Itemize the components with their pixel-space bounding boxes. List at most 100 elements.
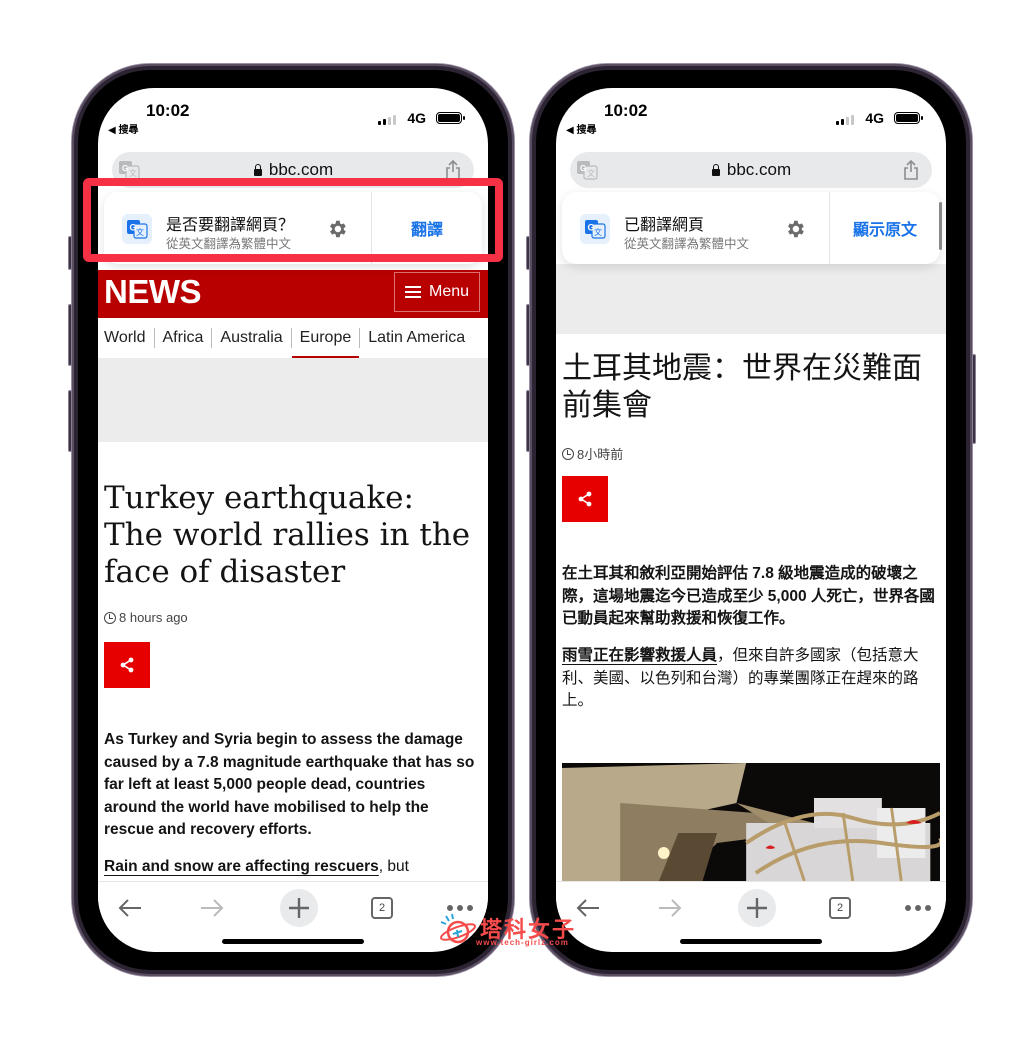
back-button[interactable] xyxy=(110,888,150,928)
more-dots-icon xyxy=(447,905,473,911)
google-translate-icon: G 文 xyxy=(580,214,610,244)
action-button xyxy=(526,236,530,270)
bottom-toolbar: 2 xyxy=(98,881,488,933)
home-indicator xyxy=(680,939,822,944)
url-domain: bbc.com xyxy=(726,160,792,179)
banner-title: 已翻譯網頁 xyxy=(624,217,705,234)
watermark: 塔科女子 www.tech-girlz.com xyxy=(438,912,588,948)
address-bar[interactable]: G 文 bbc.com xyxy=(112,152,474,188)
new-tab-button[interactable] xyxy=(280,889,318,927)
bbc-news-logo[interactable]: NEWS xyxy=(104,273,202,311)
tab-count: 2 xyxy=(371,897,393,919)
lock-icon xyxy=(711,164,721,176)
aid-cargo-image xyxy=(562,763,940,881)
signal-icon xyxy=(836,115,854,125)
translate-banner: G 文 已翻譯網頁 從英文翻譯為繁體中文 顯示原文 xyxy=(562,192,942,264)
nav-item-australia[interactable]: Australia xyxy=(212,328,292,348)
network-label: 4G xyxy=(407,110,426,126)
arrow-right-icon xyxy=(201,899,224,917)
arrow-left-icon xyxy=(118,899,141,917)
volume-down-button xyxy=(68,390,72,452)
nav-item-europe[interactable]: Europe xyxy=(291,328,361,360)
menu-label: Menu xyxy=(428,283,470,300)
signal-icon xyxy=(378,115,396,125)
nav-item-latin-america[interactable]: Latin America xyxy=(360,328,473,348)
translate-icon[interactable]: G 文 xyxy=(576,159,598,181)
back-to-app-link[interactable]: ◀ 搜尋 xyxy=(566,121,596,136)
rescuers-link[interactable]: Rain and snow are affecting rescuers xyxy=(104,858,379,875)
share-button[interactable] xyxy=(104,642,150,688)
battery-icon xyxy=(894,112,923,124)
status-bar: 10:02 ◀ 搜尋 4G xyxy=(556,88,946,140)
share-icon[interactable] xyxy=(444,159,462,181)
clock-icon xyxy=(104,611,116,624)
watermark-url: www.tech-girlz.com xyxy=(476,938,569,947)
rescuers-link[interactable]: 雨雪正在影響救援人員 xyxy=(562,647,717,664)
url-display[interactable]: bbc.com xyxy=(253,160,333,180)
paragraph-rest: , but xyxy=(378,858,409,875)
hamburger-icon xyxy=(404,285,421,299)
banner-title: 是否要翻譯網頁？ xyxy=(166,217,295,234)
volume-down-button xyxy=(526,390,530,452)
share-nodes-icon xyxy=(120,657,134,673)
home-indicator xyxy=(222,939,364,944)
plus-icon xyxy=(747,898,767,918)
google-translate-icon: G 文 xyxy=(122,214,152,244)
forward-button[interactable] xyxy=(192,888,232,928)
translate-banner: G 文 是否要翻譯網頁？ 從英文翻譯為繁體中文 翻譯 xyxy=(104,192,482,264)
address-bar[interactable]: G 文 bbc.com xyxy=(570,152,932,188)
article-timestamp: 8小時前 xyxy=(562,444,623,463)
new-tab-button[interactable] xyxy=(738,889,776,927)
more-options-button[interactable] xyxy=(898,888,938,928)
power-button xyxy=(972,354,976,444)
forward-button[interactable] xyxy=(650,888,690,928)
article-lead: As Turkey and Syria begin to assess the … xyxy=(104,731,475,839)
article-headline: Turkey earthquake: The world rallies in … xyxy=(104,480,471,590)
status-time: 10:02 xyxy=(146,101,190,120)
nav-item-africa[interactable]: Africa xyxy=(155,328,213,348)
show-original-button[interactable]: 顯示原文 xyxy=(830,192,940,264)
screen-left: 10:02 ◀ 搜尋 4G G 文 bbc.com NEWS Menu Worl… xyxy=(98,88,488,952)
volume-up-button xyxy=(526,304,530,366)
section-nav: World Africa Australia Europe Latin Amer… xyxy=(98,318,488,360)
url-display[interactable]: bbc.com xyxy=(711,160,791,180)
article-photo xyxy=(562,763,940,881)
tab-switcher-button[interactable]: 2 xyxy=(820,888,860,928)
ad-placeholder xyxy=(98,358,488,442)
article-headline: 土耳其地震：世界在災難面前集會 xyxy=(562,351,922,423)
screen-right: 10:02 ◀ 搜尋 4G G 文 bbc.com 土耳其地震：世界在災難面前集… xyxy=(556,88,946,952)
volume-up-button xyxy=(68,304,72,366)
article-paragraph: 雨雪正在影響救援人員，但來自許多國家（包括意大利、美國、以色列和台灣）的專業團隊… xyxy=(562,645,938,713)
back-to-app-link[interactable]: ◀ 搜尋 xyxy=(108,121,138,136)
share-icon[interactable] xyxy=(902,159,920,181)
clock-icon xyxy=(562,447,574,460)
status-bar: 10:02 ◀ 搜尋 4G xyxy=(98,88,488,140)
more-dots-icon xyxy=(905,905,931,911)
banner-subtitle: 從英文翻譯為繁體中文 xyxy=(166,237,292,251)
planet-logo-icon xyxy=(439,913,477,944)
timestamp-text: 8 hours ago xyxy=(119,610,188,625)
arrow-right-icon xyxy=(659,899,682,917)
nav-item-world[interactable]: World xyxy=(104,328,155,348)
svg-text:G: G xyxy=(122,164,128,173)
translate-icon[interactable]: G 文 xyxy=(118,159,140,181)
gear-icon[interactable] xyxy=(326,218,348,240)
bbc-header: NEWS Menu xyxy=(98,270,488,318)
tab-switcher-button[interactable]: 2 xyxy=(362,888,402,928)
bottom-toolbar: 2 xyxy=(556,881,946,933)
article-timestamp: 8 hours ago xyxy=(104,610,188,625)
translate-button[interactable]: 翻譯 xyxy=(372,192,482,264)
article-paragraph: Rain and snow are affecting rescuers, bu… xyxy=(104,858,480,876)
article-lead: 在土耳其和敘利亞開始評估 7.8 級地震造成的破壞之際，這場地震迄今已造成至少 … xyxy=(562,565,935,628)
phone-frame-left: 10:02 ◀ 搜尋 4G G 文 bbc.com NEWS Menu Worl… xyxy=(68,64,514,976)
svg-text:文: 文 xyxy=(587,168,595,178)
gear-icon[interactable] xyxy=(784,218,806,240)
network-label: 4G xyxy=(865,110,884,126)
bezel: 10:02 ◀ 搜尋 4G G 文 bbc.com xyxy=(536,70,966,970)
share-button[interactable] xyxy=(562,476,608,522)
menu-button[interactable]: Menu xyxy=(394,272,480,312)
ad-placeholder xyxy=(556,264,946,334)
status-time: 10:02 xyxy=(604,101,648,120)
url-domain: bbc.com xyxy=(268,160,334,179)
bezel: 10:02 ◀ 搜尋 4G G 文 bbc.com xyxy=(78,70,508,970)
